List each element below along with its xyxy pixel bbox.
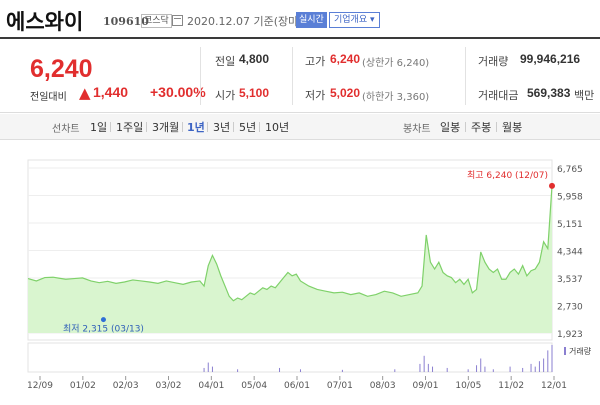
change-percent: +30.00%: [150, 84, 206, 100]
max-label: 최고 6,240 (12/07): [467, 170, 548, 181]
tab-monthly[interactable]: 월봉: [502, 119, 522, 135]
low-value: 5,020: [330, 86, 361, 100]
tab-weekly[interactable]: 주봉: [471, 119, 491, 135]
up-triangle-icon: ▲: [79, 84, 91, 102]
min-label: 최저 2,315 (03/13): [63, 324, 144, 335]
y-tick-label: 4,344: [557, 248, 583, 258]
price-area: [28, 185, 552, 333]
change-label: 전일대비: [30, 92, 67, 103]
company-overview-button[interactable]: 기업개요 ▾: [329, 12, 380, 28]
y-tick-label: 6,765: [557, 165, 583, 175]
volume-value: 99,946,216: [520, 52, 581, 66]
volume-label: 거래량: [478, 55, 509, 68]
volume-legend-label: 거래량: [569, 346, 592, 356]
tab-3m[interactable]: 3개월: [152, 119, 179, 135]
y-tick-label: 3,537: [557, 275, 583, 285]
tab-5y[interactable]: 5년: [239, 119, 256, 135]
x-tick-label: 06/01: [284, 381, 310, 391]
tab-daily[interactable]: 일봉: [440, 119, 460, 135]
candle-chart-label: 봉차트: [403, 124, 431, 135]
x-tick-label: 03/02: [156, 381, 182, 391]
x-tick-label: 05/04: [241, 381, 267, 391]
x-tick-label: 08/03: [370, 381, 396, 391]
market-badge: 코스닥: [141, 14, 172, 28]
chart-tabs-bar: 선차트 1일 1주일 3개월 1년 3년 5년 10년 봉차트 일봉 주봉 월봉: [0, 114, 600, 140]
x-tick-label: 11/02: [498, 381, 524, 391]
open-value: 5,100: [239, 86, 270, 100]
stock-header: 에스와이 109610 코스닥 2020.12.07 기준(장마감) 실시간 기…: [0, 0, 600, 36]
tab-1y[interactable]: 1년: [187, 119, 205, 135]
price-chart[interactable]: 6,765 5,958 5,151 4,344 3,537 2,730 1,923 최고 6,…: [0, 150, 600, 405]
tab-separator: [146, 122, 147, 132]
tab-3y[interactable]: 3년: [213, 119, 230, 135]
max-marker: [549, 182, 555, 189]
tab-separator: [182, 122, 183, 132]
line-chart-label: 선차트: [52, 124, 80, 135]
amount-label: 거래대금: [478, 89, 519, 102]
tab-separator: [259, 122, 260, 132]
y-tick-label: 2,730: [557, 303, 583, 313]
min-marker: [100, 317, 106, 323]
divider: [292, 47, 293, 105]
change-value: 1,440: [93, 84, 129, 100]
tab-separator: [110, 122, 111, 132]
amount-unit: 백만: [574, 89, 595, 102]
x-tick-label: 07/01: [327, 381, 353, 391]
volume-panel: [27, 342, 553, 373]
stock-name: 에스와이: [6, 10, 84, 34]
tab-1w[interactable]: 1주일: [116, 119, 143, 135]
high-label: 고가: [305, 55, 326, 68]
low-label: 저가: [305, 89, 326, 102]
divider: [200, 47, 201, 105]
amount-value: 569,383: [527, 86, 571, 100]
current-price: 6,240: [30, 55, 93, 83]
x-tick-label: 10/05: [455, 381, 481, 391]
x-tick-label: 12/09: [27, 381, 53, 391]
prev-close-label: 전일: [215, 55, 236, 68]
y-tick-label: 5,151: [557, 220, 583, 230]
x-tick-label: 04/01: [198, 381, 224, 391]
divider: [465, 47, 466, 105]
price-panel: 6,240 전일대비 ▲ 1,440 +30.00% 전일 4,800 시가 5…: [0, 39, 600, 113]
y-tick-label: 5,958: [557, 193, 583, 203]
prev-close-value: 4,800: [239, 52, 270, 66]
high-value: 6,240: [330, 52, 361, 66]
tab-separator: [465, 122, 466, 132]
y-tick-label: 1,923: [557, 330, 583, 340]
calendar-icon: [172, 15, 183, 26]
tab-10y[interactable]: 10년: [265, 119, 289, 135]
tab-separator: [233, 122, 234, 132]
realtime-button[interactable]: 실시간: [296, 12, 327, 28]
base-date: 2020.12.07 기준(장마감): [187, 15, 313, 28]
tab-separator: [207, 122, 208, 132]
tab-separator: [496, 122, 497, 132]
x-tick-label: 02/03: [113, 381, 139, 391]
x-tick-label: 12/01: [541, 381, 567, 391]
upper-limit-note: (상한가 6,240): [362, 58, 430, 69]
tab-1d[interactable]: 1일: [90, 119, 107, 135]
lower-limit-note: (하한가 3,360): [362, 92, 430, 103]
price-chart-svg: 6,765 5,958 5,151 4,344 3,537 2,730 1,923 최고 6,…: [27, 159, 592, 391]
x-tick-label: 09/01: [413, 381, 439, 391]
volume-legend-swatch: [564, 347, 566, 355]
open-label: 시가: [215, 89, 236, 102]
x-tick-label: 01/02: [70, 381, 96, 391]
